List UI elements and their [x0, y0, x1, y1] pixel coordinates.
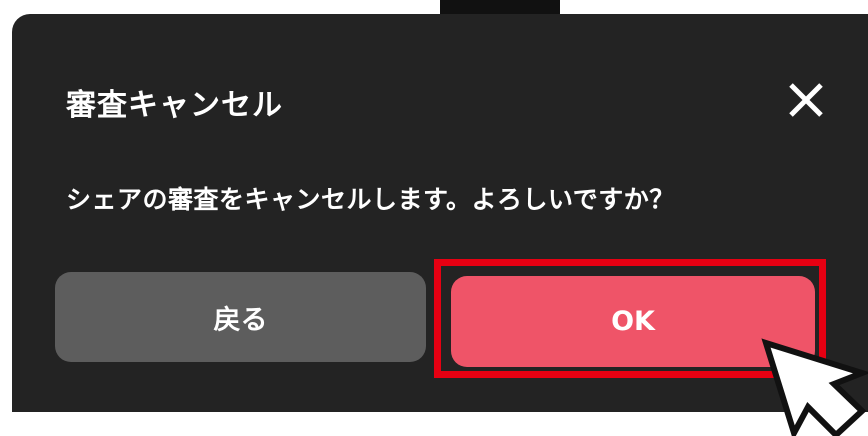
mouse-pointer-icon [761, 338, 868, 436]
close-button[interactable] [782, 76, 830, 124]
background-strip [440, 0, 560, 14]
dialog-title: 審査キャンセル [66, 88, 283, 123]
back-button[interactable]: 戻る [55, 272, 426, 362]
dialog-message: シェアの審査をキャンセルします。よろしいですか？ [66, 185, 675, 214]
screenshot-stage: 審査キャンセル シェアの審査をキャンセルします。よろしいですか？ 戻る OK [0, 0, 868, 436]
close-icon [789, 83, 823, 117]
